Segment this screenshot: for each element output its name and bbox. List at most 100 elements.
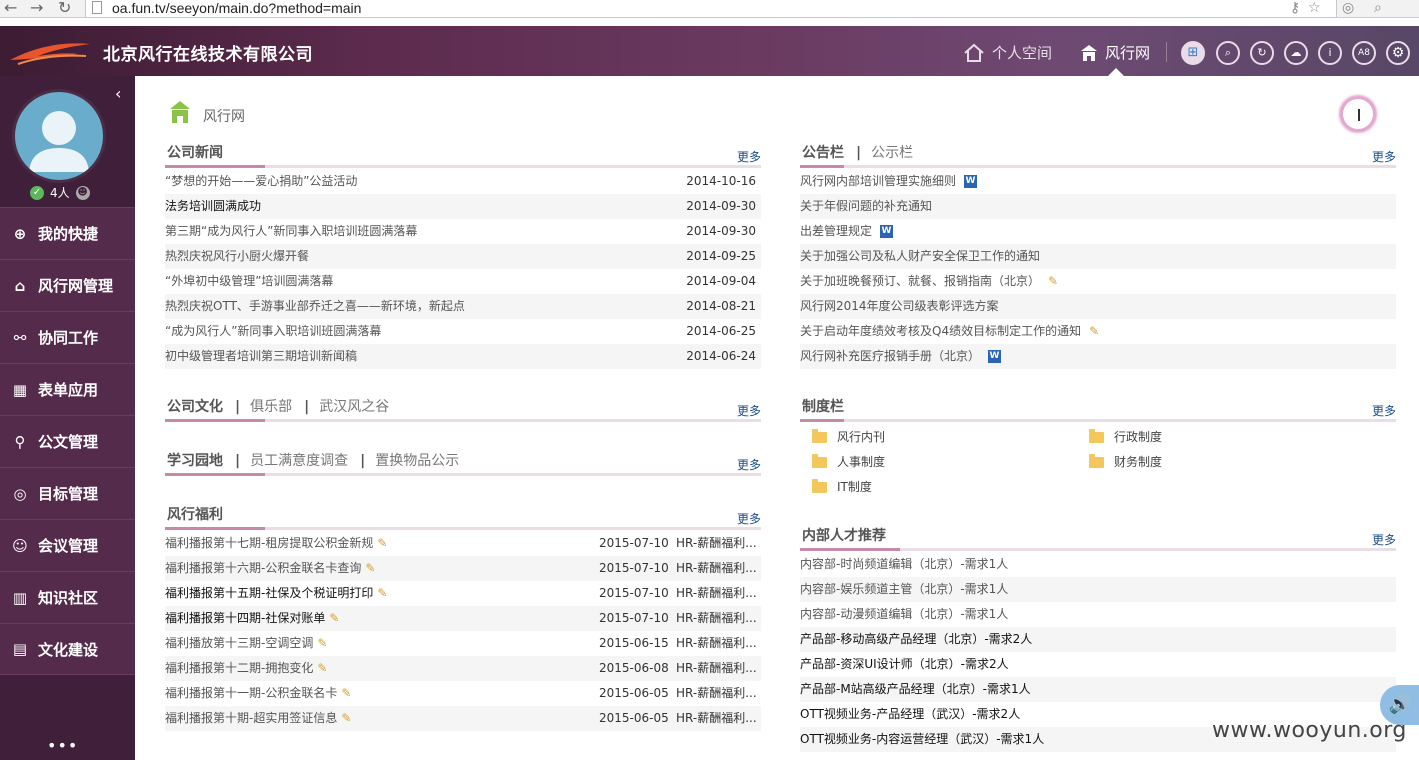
more-link[interactable]: 更多 (1372, 402, 1396, 419)
list-item[interactable]: 内容部-动漫频道编辑（北京）-需求1人 (800, 602, 1396, 627)
sidebar-item-forms[interactable]: ▦ 表单应用 (0, 363, 135, 415)
search-icon[interactable]: ⌕ (1216, 41, 1240, 65)
talent-title[interactable]: 产品部-M站高级产品经理（北京）-需求1人 (800, 682, 1031, 696)
list-item[interactable]: 产品部-移动高级产品经理（北京）-需求2人 (800, 627, 1396, 652)
nav-funshion[interactable]: 风行网 (1080, 42, 1150, 63)
collapse-sidebar-icon[interactable]: ‹ (115, 84, 121, 103)
list-item[interactable]: 初中级管理者培训第三期培训新闻稿 2014-06-24 (165, 344, 761, 369)
talent-title[interactable]: OTT视频业务-内容运营经理（武汉）-需求1人 (800, 732, 1044, 746)
sidebar-more-icon[interactable]: ••• (47, 736, 78, 755)
sidebar-item-meetings[interactable]: ☺ 会议管理 (0, 519, 135, 571)
list-item[interactable]: 福利播报第十二期-拥抱变化 ✎ 2015-06-08 HR-薪酬福利... (165, 656, 761, 681)
welfare-title[interactable]: 福利播放第十三期-空调空调 (165, 636, 313, 650)
talent-title[interactable]: 内容部-娱乐频道主管（北京）-需求1人 (800, 582, 1008, 596)
tab-satisfaction-survey[interactable]: 员工满意度调查 (250, 453, 348, 469)
news-title[interactable]: 第三期“成为风行人”新同事入职培训班圆满落幕 (165, 224, 417, 238)
panel-title[interactable]: 内部人才推荐 (802, 525, 886, 545)
tab-announcement[interactable]: 公示栏 (871, 145, 913, 161)
list-item[interactable]: 产品部-资深UI设计师（北京）-需求2人 (800, 652, 1396, 677)
list-item[interactable]: 内容部-娱乐频道主管（北京）-需求1人 (800, 577, 1396, 602)
notice-title[interactable]: 风行网内部培训管理实施细则 (800, 174, 956, 188)
folder-item[interactable]: IT制度 (812, 478, 872, 495)
notice-title[interactable]: 风行网补充医疗报销手册（北京） (800, 349, 980, 363)
list-item[interactable]: 内容部-时尚频道编辑（北京）-需求1人 (800, 552, 1396, 577)
tab-company-culture[interactable]: 公司文化 (167, 399, 223, 415)
list-item[interactable]: 热烈庆祝风行小厨火爆开餐 2014-09-25 (165, 244, 761, 269)
welfare-title[interactable]: 福利播报第十二期-拥抱变化 (165, 661, 313, 675)
more-link[interactable]: 更多 (737, 148, 761, 165)
panel-title[interactable]: 公司新闻 (167, 142, 223, 162)
sidebar-item-collaboration[interactable]: ⚯ 协同工作 (0, 311, 135, 363)
news-title[interactable]: 热烈庆祝风行小厨火爆开餐 (165, 249, 309, 263)
list-item[interactable]: 福利播报第十七期-租房提取公积金新规 ✎ 2015-07-10 HR-薪酬福利... (165, 531, 761, 556)
talent-title[interactable]: 产品部-资深UI设计师（北京）-需求2人 (800, 657, 1009, 671)
list-item[interactable]: 出差管理规定 W (800, 219, 1396, 244)
back-arrow-icon[interactable]: ← (4, 0, 17, 17)
notice-title[interactable]: 风行网2014年度公司级表彰评选方案 (800, 299, 999, 313)
more-link[interactable]: 更多 (1372, 531, 1396, 548)
extension-search-icon[interactable]: ⌕ (1374, 0, 1382, 16)
sidebar-item-shortcuts[interactable]: ⊕ 我的快捷 (0, 207, 135, 259)
list-item[interactable]: 产品部-M站高级产品经理（北京）-需求1人 (800, 677, 1396, 702)
tab-item-exchange[interactable]: 置换物品公示 (375, 453, 459, 469)
list-item[interactable]: 关于启动年度绩效考核及Q4绩效目标制定工作的通知 ✎ (800, 319, 1396, 344)
list-item[interactable]: 法务培训圆满成功 2014-09-30 (165, 194, 761, 219)
notice-title[interactable]: 关于加强公司及私人财产安全保卫工作的通知 (800, 249, 1040, 263)
reload-icon[interactable]: ↻ (58, 0, 71, 17)
notice-title[interactable]: 关于年假问题的补充通知 (800, 199, 932, 213)
welfare-title[interactable]: 福利播报第十一期-公积金联名卡 (165, 686, 337, 700)
talent-title[interactable]: OTT视频业务-产品经理（武汉）-需求2人 (800, 707, 1020, 721)
folder-item[interactable]: 风行内刊 (812, 428, 885, 445)
tab-club[interactable]: 俱乐部 (250, 399, 292, 415)
folder-item[interactable]: 财务制度 (1089, 453, 1162, 470)
list-item[interactable]: “梦想的开始——爱心捐助”公益活动 2014-10-16 (165, 169, 761, 194)
tab-bulletin[interactable]: 公告栏 (802, 145, 844, 161)
news-title[interactable]: 初中级管理者培训第三期培训新闻稿 (165, 349, 357, 363)
notice-title[interactable]: 关于加班晚餐预订、就餐、报销指南（北京） (800, 274, 1040, 288)
list-item[interactable]: 关于年假问题的补充通知 (800, 194, 1396, 219)
news-title[interactable]: “成为风行人”新同事入职培训班圆满落幕 (165, 324, 381, 338)
welfare-title[interactable]: 福利播报第十四期-社保对账单 (165, 611, 325, 625)
font-size-icon[interactable]: A8 (1352, 41, 1376, 65)
online-status[interactable]: ✓ 4人 ☻ (30, 184, 90, 201)
list-item[interactable]: 第三期“成为风行人”新同事入职培训班圆满落幕 2014-09-30 (165, 219, 761, 244)
list-item[interactable]: 风行网补充医疗报销手册（北京） W (800, 344, 1396, 369)
welfare-title[interactable]: 福利播报第十六期-公积金联名卡查询 (165, 561, 361, 575)
talent-title[interactable]: 产品部-移动高级产品经理（北京）-需求2人 (800, 632, 1032, 646)
more-link[interactable]: 更多 (737, 402, 761, 419)
clock-widget[interactable] (1340, 96, 1376, 132)
tab-study[interactable]: 学习园地 (167, 453, 223, 469)
cloud-icon[interactable]: ☁ (1284, 41, 1308, 65)
sidebar-item-funshion-admin[interactable]: ⌂ 风行网管理 (0, 259, 135, 311)
avatar[interactable] (12, 89, 106, 183)
list-item[interactable]: “成为风行人”新同事入职培训班圆满落幕 2014-06-25 (165, 319, 761, 344)
notice-title[interactable]: 关于启动年度绩效考核及Q4绩效目标制定工作的通知 (800, 324, 1081, 338)
welfare-title[interactable]: 福利播报第十期-超实用签证信息 (165, 711, 337, 725)
nav-personal-space[interactable]: 个人空间 (963, 42, 1052, 63)
list-item[interactable]: 风行网内部培训管理实施细则 W (800, 169, 1396, 194)
panel-title[interactable]: 风行福利 (167, 504, 223, 524)
news-title[interactable]: 法务培训圆满成功 (165, 199, 261, 213)
extension-icon[interactable]: ◎ (1342, 0, 1354, 16)
sidebar-item-knowledge[interactable]: ▥ 知识社区 (0, 571, 135, 623)
list-item[interactable]: 热烈庆祝OTT、手游事业部乔迁之喜——新环境，新起点 2014-08-21 (165, 294, 761, 319)
sidebar-item-goals[interactable]: ◎ 目标管理 (0, 467, 135, 519)
talent-title[interactable]: 内容部-动漫频道编辑（北京）-需求1人 (800, 607, 1008, 621)
panel-title[interactable]: 制度栏 (802, 396, 844, 416)
info-icon[interactable]: i (1318, 41, 1342, 65)
refresh-icon[interactable]: ↻ (1250, 41, 1274, 65)
gear-icon[interactable]: ⚙ (1386, 41, 1410, 65)
key-icon[interactable]: ⚷ (1290, 0, 1300, 16)
welfare-title[interactable]: 福利播报第十五期-社保及个税证明打印 (165, 586, 373, 600)
forward-arrow-icon[interactable]: → (30, 0, 43, 17)
list-item[interactable]: 福利播报第十五期-社保及个税证明打印 ✎ 2015-07-10 HR-薪酬福利... (165, 581, 761, 606)
list-item[interactable]: 福利播报第十期-超实用签证信息 ✎ 2015-06-05 HR-薪酬福利... (165, 706, 761, 731)
sidebar-item-culture[interactable]: ▤ 文化建设 (0, 623, 135, 675)
more-link[interactable]: 更多 (737, 456, 761, 473)
sidebar-item-documents[interactable]: ⚲ 公文管理 (0, 415, 135, 467)
talent-title[interactable]: 内容部-时尚频道编辑（北京）-需求1人 (800, 557, 1008, 571)
news-title[interactable]: “梦想的开始——爱心捐助”公益活动 (165, 174, 357, 188)
notice-title[interactable]: 出差管理规定 (800, 224, 872, 238)
folder-item[interactable]: 人事制度 (812, 453, 885, 470)
list-item[interactable]: 福利播放第十三期-空调空调 ✎ 2015-06-15 HR-薪酬福利... (165, 631, 761, 656)
